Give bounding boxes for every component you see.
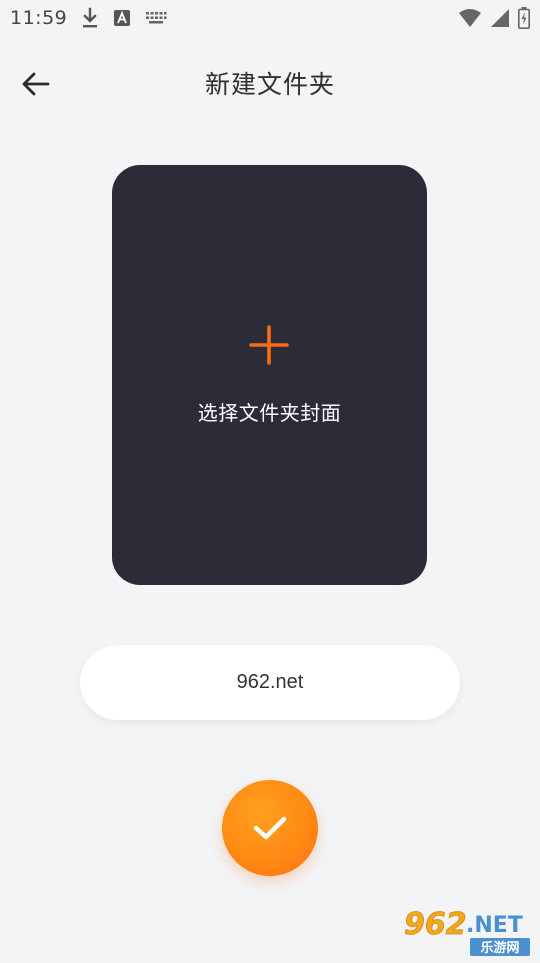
watermark-logo: 962 .NET 乐游网 — [400, 902, 536, 958]
app-header: 新建文件夹 — [0, 48, 540, 118]
back-button[interactable] — [14, 62, 58, 106]
download-icon — [81, 7, 99, 29]
plus-icon — [249, 325, 289, 365]
page-title: 新建文件夹 — [204, 70, 335, 99]
status-left: 11:59 — [10, 7, 167, 29]
folder-name-input[interactable] — [118, 670, 422, 695]
confirm-button[interactable] — [222, 780, 318, 876]
folder-name-field[interactable] — [80, 645, 460, 720]
keyboard-icon — [145, 11, 167, 25]
status-time: 11:59 — [10, 7, 68, 29]
arrow-left-icon — [22, 72, 50, 96]
battery-icon — [518, 7, 530, 29]
signal-icon — [490, 8, 510, 28]
cover-picker-card[interactable]: 选择文件夹封面 — [112, 165, 427, 585]
svg-text:乐游网: 乐游网 — [480, 940, 519, 956]
check-icon — [253, 816, 287, 840]
svg-text:.NET: .NET — [466, 913, 523, 938]
status-right — [458, 7, 530, 29]
wifi-icon — [458, 8, 482, 28]
status-bar: 11:59 — [0, 0, 540, 36]
font-a-icon — [113, 9, 131, 27]
cover-picker-label: 选择文件夹封面 — [197, 401, 342, 425]
svg-text:962: 962 — [404, 907, 467, 942]
